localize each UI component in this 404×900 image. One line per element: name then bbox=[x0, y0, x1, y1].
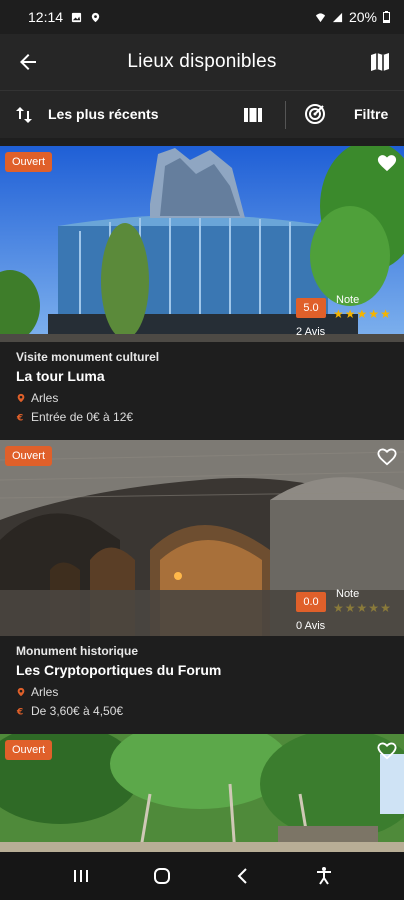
star-icon: ★ bbox=[333, 307, 344, 321]
place-price: Entrée de 0€ à 12€ bbox=[31, 410, 134, 424]
sort-icon[interactable] bbox=[14, 105, 34, 125]
recent-apps-icon[interactable] bbox=[71, 866, 91, 886]
star-rating: ★ ★ ★ ★ ★ bbox=[333, 602, 391, 614]
place-photo: Ouvert 5.0 Note ★ ★ ★ ★ ★ 2 Avis bbox=[0, 146, 404, 342]
signal-icon bbox=[332, 12, 343, 22]
svg-text:€: € bbox=[16, 412, 23, 422]
star-icon: ★ bbox=[368, 307, 380, 321]
place-photo: Ouvert 0.0 Note ★ ★ ★ ★ ★ 0 Avis bbox=[0, 440, 404, 636]
battery-icon bbox=[383, 11, 390, 23]
place-card[interactable]: Ouvert 5.0 Note ★ ★ ★ ★ ★ 2 Avis Visite monu… bbox=[0, 146, 404, 442]
list-view-icon[interactable] bbox=[243, 105, 263, 125]
open-badge: Ouvert bbox=[5, 446, 53, 466]
price-row: € De 3,60€ à 4,50€ bbox=[16, 704, 388, 718]
place-name: Les Cryptoportiques du Forum bbox=[16, 662, 222, 678]
place-category: Monument historique bbox=[16, 644, 138, 658]
place-photo: Ouvert bbox=[0, 734, 404, 854]
svg-text:€: € bbox=[16, 706, 23, 716]
location-row: Arles bbox=[16, 391, 388, 405]
star-icon: ★ bbox=[368, 601, 380, 615]
wifi-icon bbox=[315, 12, 326, 22]
app-bar: Lieux disponibles bbox=[0, 34, 404, 90]
back-arrow-icon[interactable] bbox=[16, 50, 40, 74]
place-card[interactable]: Ouvert 0.0 Note ★ ★ ★ ★ ★ 0 Avis Monument hi… bbox=[0, 440, 404, 736]
location-icon bbox=[91, 12, 100, 22]
battery-percent: 20% bbox=[348, 9, 377, 25]
location-pin-icon bbox=[17, 687, 25, 697]
rating-score: 5.0 bbox=[296, 298, 326, 318]
star-rating: ★ ★ ★ ★ ★ bbox=[333, 308, 391, 320]
note-label: Note bbox=[336, 294, 360, 306]
place-info: Monument historique Les Cryptoportiques … bbox=[0, 636, 404, 736]
reviews-count: 2 Avis bbox=[296, 326, 326, 338]
favorite-heart-outline-icon[interactable] bbox=[376, 740, 398, 760]
star-icon: ★ bbox=[344, 601, 356, 615]
open-badge: Ouvert bbox=[5, 740, 53, 760]
place-price: De 3,60€ à 4,50€ bbox=[31, 704, 124, 718]
system-nav-bar bbox=[0, 852, 404, 900]
home-icon[interactable] bbox=[152, 866, 172, 886]
star-icon: ★ bbox=[356, 601, 368, 615]
image-notification-icon bbox=[71, 12, 82, 22]
star-icon: ★ bbox=[344, 307, 356, 321]
place-city: Arles bbox=[31, 685, 59, 699]
map-icon[interactable] bbox=[368, 50, 392, 74]
price-row: € Entrée de 0€ à 12€ bbox=[16, 410, 388, 424]
star-icon: ★ bbox=[380, 307, 391, 321]
divider bbox=[285, 101, 286, 129]
filter-button[interactable]: Filtre bbox=[354, 106, 388, 122]
location-pin-icon bbox=[17, 393, 25, 403]
rating-score: 0.0 bbox=[296, 592, 326, 612]
filter-bar: Les plus récents Filtre bbox=[0, 90, 404, 138]
note-label: Note bbox=[336, 588, 360, 600]
place-info: Visite monument culturel La tour Luma Ar… bbox=[0, 342, 404, 442]
place-city: Arles bbox=[31, 391, 59, 405]
page-title: Lieux disponibles bbox=[127, 51, 277, 72]
place-card[interactable]: Ouvert bbox=[0, 734, 404, 854]
status-time: 12:14 bbox=[28, 9, 64, 25]
star-icon: ★ bbox=[333, 601, 344, 615]
favorite-heart-icon[interactable] bbox=[376, 152, 398, 172]
star-icon: ★ bbox=[356, 307, 368, 321]
euro-icon: € bbox=[16, 706, 23, 716]
reviews-count: 0 Avis bbox=[296, 620, 326, 632]
place-category: Visite monument culturel bbox=[16, 350, 160, 364]
nearby-radar-icon[interactable] bbox=[304, 103, 326, 125]
favorite-heart-outline-icon[interactable] bbox=[376, 446, 398, 466]
star-icon: ★ bbox=[380, 601, 391, 615]
sort-button[interactable]: Les plus récents bbox=[48, 106, 159, 122]
location-row: Arles bbox=[16, 685, 388, 699]
place-name: La tour Luma bbox=[16, 368, 105, 384]
status-bar: 12:14 20% bbox=[0, 0, 404, 34]
open-badge: Ouvert bbox=[5, 152, 53, 172]
euro-icon: € bbox=[16, 412, 23, 422]
back-icon[interactable] bbox=[233, 866, 253, 886]
accessibility-icon[interactable] bbox=[314, 866, 334, 886]
